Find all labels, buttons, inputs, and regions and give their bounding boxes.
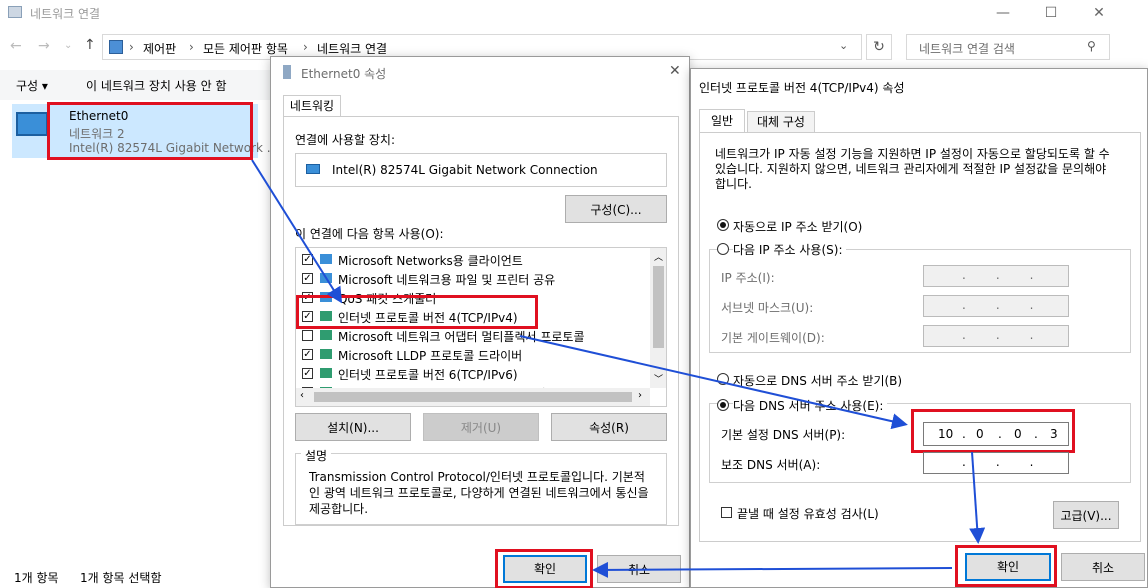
annotation-arrows (251, 159, 986, 578)
arrow-ipv4-to-dns (519, 335, 908, 430)
arrow-dns-to-ok (969, 451, 986, 544)
arrow-adapter-to-ipv4 (251, 159, 343, 304)
arrow-ipv4ok-to-ethok (592, 561, 953, 578)
